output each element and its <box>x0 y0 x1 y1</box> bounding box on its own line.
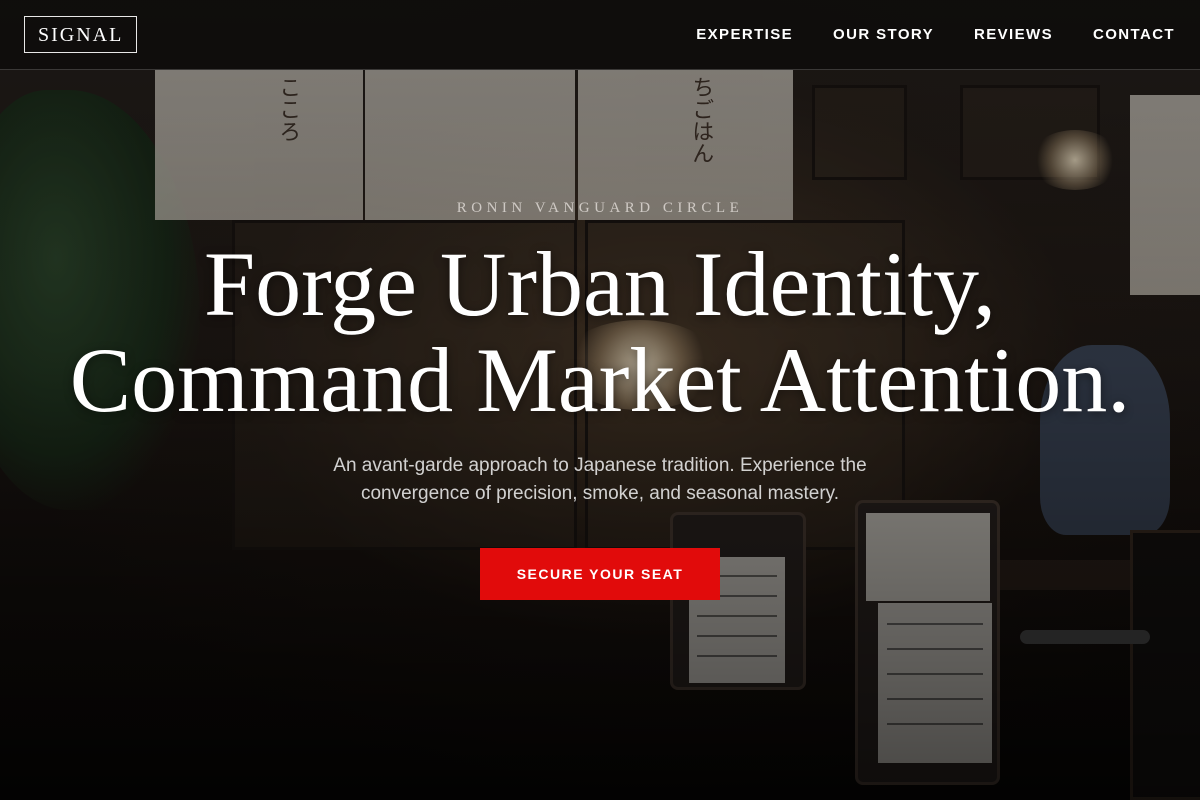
main-nav: EXPERTISE OUR STORY REVIEWS CONTACT <box>696 26 1176 43</box>
hero-section: RONIN VANGUARD CIRCLE Forge Urban Identi… <box>0 0 1200 800</box>
brand-logo[interactable]: SIGNAL <box>24 16 138 53</box>
nav-link-reviews[interactable]: REVIEWS <box>974 26 1053 43</box>
nav-link-expertise[interactable]: EXPERTISE <box>696 26 793 43</box>
site-header: SIGNAL EXPERTISE OUR STORY REVIEWS CONTA… <box>0 0 1200 70</box>
nav-link-contact[interactable]: CONTACT <box>1093 26 1175 43</box>
hero-eyebrow: RONIN VANGUARD CIRCLE <box>456 200 744 216</box>
hero-subtext: An avant-garde approach to Japanese trad… <box>333 455 867 504</box>
hero-headline-line-1: Forge Urban Identity, <box>203 233 997 335</box>
hero-headline: Forge Urban Identity, Command Market Att… <box>0 236 1200 428</box>
hero-headline-line-2: Command Market Attention. <box>69 329 1131 431</box>
secure-your-seat-button[interactable]: SECURE YOUR SEAT <box>480 548 720 600</box>
nav-link-our-story[interactable]: OUR STORY <box>833 26 934 43</box>
